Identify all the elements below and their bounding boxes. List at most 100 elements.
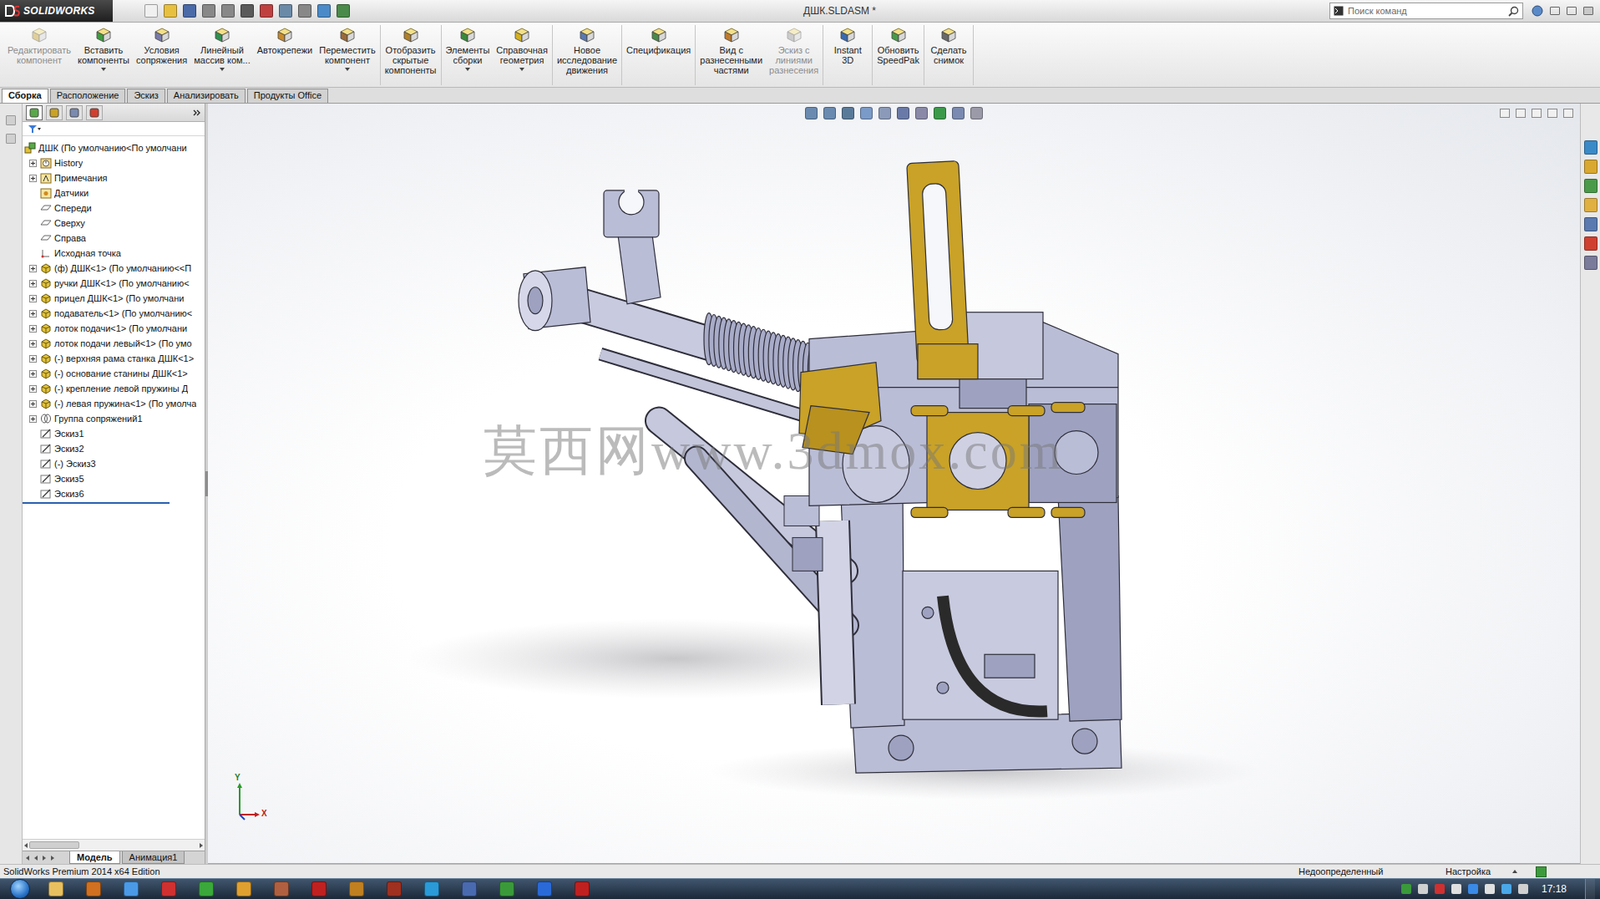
expander[interactable] <box>29 159 37 168</box>
tree-item[interactable]: History <box>22 155 205 171</box>
taskbar-app-icon[interactable] <box>536 881 552 897</box>
ribbon-button[interactable]: Элементысборки <box>442 25 494 71</box>
taskbar-app-icon[interactable] <box>161 881 177 897</box>
expander[interactable] <box>29 415 37 423</box>
mode-arrow-icon[interactable] <box>1512 869 1518 873</box>
tile-icon[interactable] <box>1515 108 1526 118</box>
tree-item[interactable]: прицел ДШК<1> (По умолчани <box>22 290 205 306</box>
minimize-button[interactable] <box>1549 6 1560 16</box>
expand-chevron-icon[interactable] <box>192 108 202 117</box>
dropdown-arrow-icon[interactable] <box>519 67 525 71</box>
ribbon-button[interactable]: Автокрепежи <box>253 25 316 56</box>
tree-item[interactable]: Исходная точка <box>22 245 205 261</box>
tray-icon[interactable] <box>1468 883 1479 894</box>
tree-item[interactable]: (-) крепление левой пружины Д <box>22 380 205 396</box>
rollback-bar[interactable] <box>22 501 170 504</box>
task-pane-icon[interactable] <box>1584 236 1598 251</box>
quick-tool-icon[interactable] <box>298 4 312 18</box>
tree-item[interactable]: Сверху <box>22 215 205 231</box>
view-tool-icon[interactable] <box>970 106 983 120</box>
tray-icon[interactable] <box>1518 883 1529 894</box>
quick-tool-icon[interactable] <box>259 4 274 18</box>
split-icon[interactable] <box>5 133 16 144</box>
panel-tab[interactable] <box>45 105 63 121</box>
tree-item[interactable]: Спереди <box>22 200 205 216</box>
quick-tool-icon[interactable] <box>163 4 178 18</box>
task-pane-icon[interactable] <box>1584 217 1598 232</box>
task-pane-icon[interactable] <box>1584 159 1598 174</box>
expander[interactable] <box>29 369 37 378</box>
expander[interactable] <box>29 339 37 348</box>
taskbar-app-icon[interactable] <box>461 881 477 897</box>
view-tool-icon[interactable] <box>823 106 836 120</box>
model-tab[interactable]: Модель <box>69 850 121 864</box>
dropdown-arrow-icon[interactable] <box>219 67 225 71</box>
view-tool-icon[interactable] <box>841 106 855 120</box>
quick-tool-icon[interactable] <box>202 4 216 18</box>
clock[interactable]: 17:18 <box>1534 882 1579 895</box>
tray-icon[interactable] <box>1451 883 1462 894</box>
panel-tab[interactable] <box>86 105 103 121</box>
expander[interactable] <box>29 174 37 183</box>
tree-item[interactable]: Эскиз5 <box>22 470 205 487</box>
tree-item[interactable]: подаватель<1> (По умолчанию< <box>22 305 205 321</box>
command-tab[interactable]: Расположение <box>50 88 127 103</box>
view-tool-icon[interactable] <box>915 106 928 120</box>
show-desktop-button[interactable] <box>1584 878 1595 899</box>
quick-tool-icon[interactable] <box>221 4 235 18</box>
taskbar-app-icon[interactable] <box>48 881 64 897</box>
quick-tool-icon[interactable] <box>336 4 350 18</box>
tree-item[interactable]: ручки ДШК<1> (По умолчанию< <box>22 275 205 291</box>
task-pane-icon[interactable] <box>1584 197 1598 213</box>
taskbar-app-icon[interactable] <box>386 881 402 897</box>
expander[interactable] <box>29 354 37 363</box>
ribbon-button[interactable]: Справочнаягеометрия <box>492 25 552 71</box>
taskbar-app-icon[interactable] <box>86 881 102 897</box>
tree-item[interactable]: Эскиз6 <box>22 486 205 502</box>
expander[interactable] <box>29 309 37 318</box>
quick-tool-icon[interactable] <box>240 4 254 18</box>
ribbon-button[interactable]: Отобразитьскрытыекомпоненты <box>381 25 441 76</box>
quick-tips-icon[interactable] <box>1535 865 1547 877</box>
expander[interactable] <box>29 294 37 303</box>
help-icon[interactable] <box>1531 5 1544 17</box>
taskbar-app-icon[interactable] <box>424 881 440 897</box>
ribbon-button[interactable]: Редактироватькомпонент <box>4 25 75 66</box>
units-mode[interactable]: Настройка <box>1445 865 1513 876</box>
command-tab[interactable]: Анализировать <box>167 88 246 103</box>
taskbar-app-icon[interactable] <box>499 881 515 897</box>
pin-icon[interactable] <box>5 115 16 126</box>
taskbar-app-icon[interactable] <box>349 881 365 897</box>
taskbar-app-icon[interactable] <box>123 881 139 897</box>
horizontal-scrollbar[interactable] <box>22 838 205 851</box>
expander[interactable] <box>29 384 37 393</box>
tree-item[interactable]: Справа <box>22 230 205 246</box>
task-pane-icon[interactable] <box>1584 178 1598 193</box>
tree-item[interactable]: лоток подачи<1> (По умолчани <box>22 320 205 336</box>
quick-tool-icon[interactable] <box>317 4 331 18</box>
command-tab[interactable]: Сборка <box>1 88 49 103</box>
tab-nav[interactable] <box>25 850 68 864</box>
ribbon-button[interactable]: Переместитькомпонент <box>315 25 379 71</box>
tree-item[interactable]: ДШК (По умолчанию<По умолчани <box>22 140 205 156</box>
view-tool-icon[interactable] <box>896 106 910 120</box>
view-tool-icon[interactable] <box>933 106 947 120</box>
tree-item[interactable]: Датчики <box>22 185 205 201</box>
taskbar-app-icon[interactable] <box>273 881 289 897</box>
taskbar-app-icon[interactable] <box>236 881 252 897</box>
taskbar-app-icon[interactable] <box>198 881 214 897</box>
expander[interactable] <box>29 324 37 333</box>
task-pane-icon[interactable] <box>1584 255 1598 270</box>
restore-icon[interactable] <box>1547 108 1558 118</box>
quick-tool-icon[interactable] <box>182 4 197 18</box>
minimize-icon[interactable] <box>1531 108 1542 118</box>
ribbon-button[interactable]: ОбновитьSpeedPak <box>873 25 923 66</box>
quick-tool-icon[interactable] <box>278 4 293 18</box>
view-tool-icon[interactable] <box>951 106 965 120</box>
panel-tab[interactable] <box>25 105 43 121</box>
tree-filter[interactable] <box>22 121 205 137</box>
tray-icon[interactable] <box>1401 883 1412 894</box>
graphics-area[interactable]: 莫西网www.3dmox.comYX <box>207 103 1580 864</box>
panel-tab[interactable] <box>65 105 83 121</box>
ribbon-button[interactable]: Линейныймассив ком... <box>190 25 254 71</box>
